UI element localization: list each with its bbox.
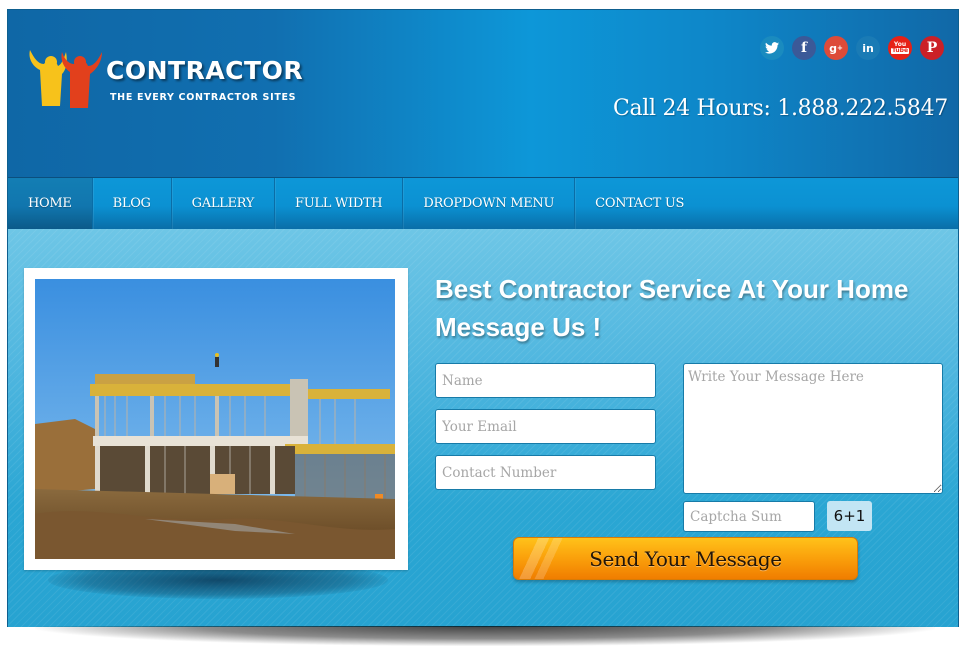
nav-item-contact-us[interactable]: CONTACT US (575, 178, 704, 229)
logo-tagline: THE EVERY CONTRACTOR SITES (110, 92, 297, 103)
page-bottom-shadow (35, 626, 935, 646)
site-logo[interactable]: CONTRACTOR THE EVERY CONTRACTOR SITES (26, 44, 316, 114)
pinterest-icon[interactable]: P (920, 36, 944, 60)
message-textarea[interactable] (683, 363, 943, 494)
facebook-icon[interactable]: f (792, 36, 816, 60)
hero-heading-line1: Best Contractor Service At Your Home (435, 274, 909, 304)
twitter-icon[interactable] (760, 36, 784, 60)
nav-item-full-width[interactable]: FULL WIDTH (275, 178, 404, 229)
name-input[interactable] (435, 363, 656, 398)
captcha-input[interactable] (683, 501, 815, 532)
main-nav: HOME BLOG GALLERY FULL WIDTH DROPDOWN ME… (8, 178, 958, 229)
nav-item-home[interactable]: HOME (8, 178, 93, 229)
construction-photo (35, 279, 395, 559)
hero-heading: Best Contractor Service At Your Home Mes… (435, 270, 955, 346)
nav-item-blog[interactable]: BLOG (93, 178, 172, 229)
send-message-button[interactable]: Send Your Message (513, 537, 858, 580)
email-input[interactable] (435, 409, 656, 444)
social-links: f g + in You Tube P (760, 36, 944, 60)
nav-item-gallery[interactable]: GALLERY (172, 178, 276, 229)
photo-frame (24, 268, 408, 570)
logo-title: CONTRACTOR (106, 56, 304, 85)
contact-number-input[interactable] (435, 455, 656, 490)
hero-heading-line2: Message Us ! (435, 312, 602, 342)
linkedin-icon[interactable]: in (856, 36, 880, 60)
site-header: CONTRACTOR THE EVERY CONTRACTOR SITES f … (8, 10, 958, 178)
phone-number: Call 24 Hours: 1.888.222.5847 (612, 96, 948, 121)
page-container: CONTRACTOR THE EVERY CONTRACTOR SITES f … (7, 9, 959, 627)
youtube-icon[interactable]: You Tube (888, 36, 912, 60)
nav-item-dropdown-menu[interactable]: DROPDOWN MENU (403, 178, 576, 229)
hero-section: Best Contractor Service At Your Home Mes… (8, 229, 958, 627)
captcha-question: 6+1 (827, 501, 872, 531)
google-plus-icon[interactable]: g + (824, 36, 848, 60)
logo-people-icon (29, 50, 102, 108)
